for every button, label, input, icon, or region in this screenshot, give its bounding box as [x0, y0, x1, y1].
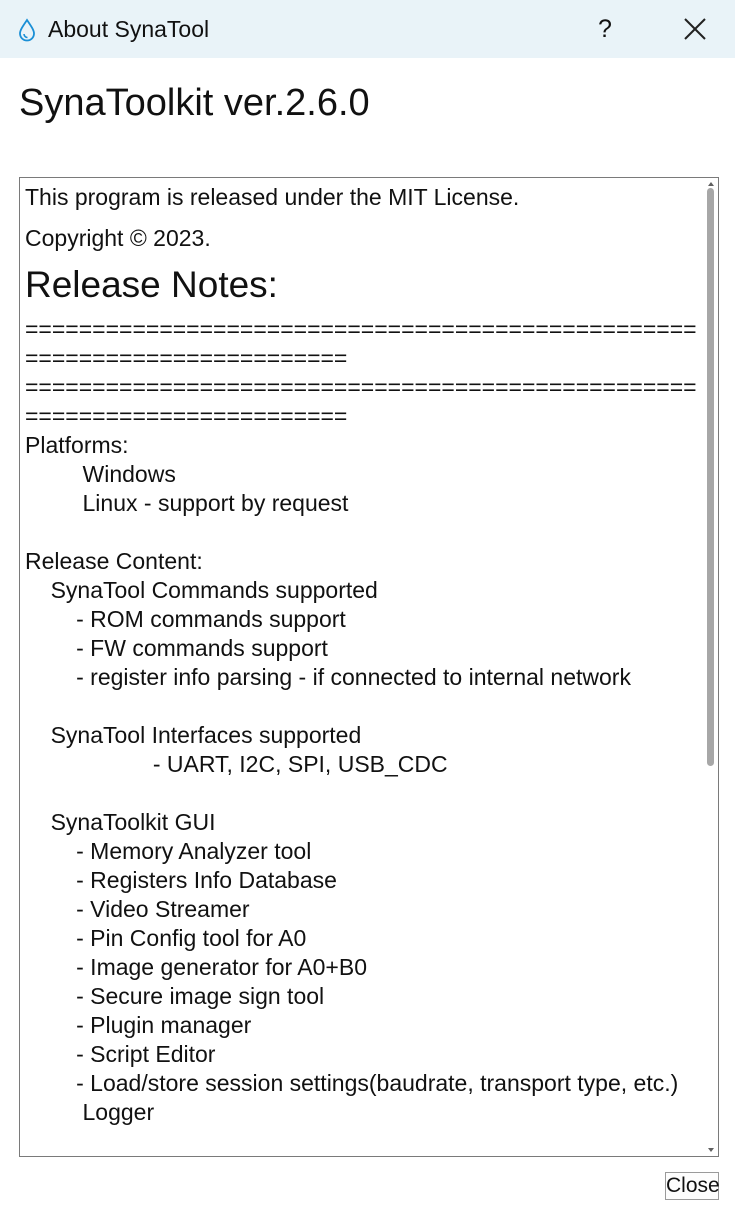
- release-notes-content: This program is released under the MIT L…: [25, 181, 709, 1127]
- release-notes-title: Release Notes:: [25, 264, 278, 305]
- license-text: This program is released under the MIT L…: [25, 184, 520, 210]
- scrollbar-thumb[interactable]: [707, 188, 714, 766]
- app-version-heading: SynaToolkit ver.2.6.0: [19, 82, 370, 124]
- release-notes-textbox[interactable]: This program is released under the MIT L…: [19, 177, 719, 1157]
- vertical-scrollbar[interactable]: [704, 178, 718, 1156]
- water-drop-icon: [19, 18, 35, 42]
- copyright-text: Copyright © 2023.: [25, 225, 211, 251]
- close-icon[interactable]: [680, 14, 710, 44]
- release-notes-body: ========================================…: [25, 316, 697, 1125]
- scroll-up-arrow-icon[interactable]: [707, 180, 715, 188]
- help-button[interactable]: ?: [590, 12, 620, 46]
- window-title: About SynaTool: [48, 16, 210, 42]
- close-button[interactable]: Close: [665, 1172, 720, 1200]
- scroll-down-arrow-icon[interactable]: [707, 1146, 715, 1154]
- title-bar: About SynaTool ?: [0, 0, 735, 58]
